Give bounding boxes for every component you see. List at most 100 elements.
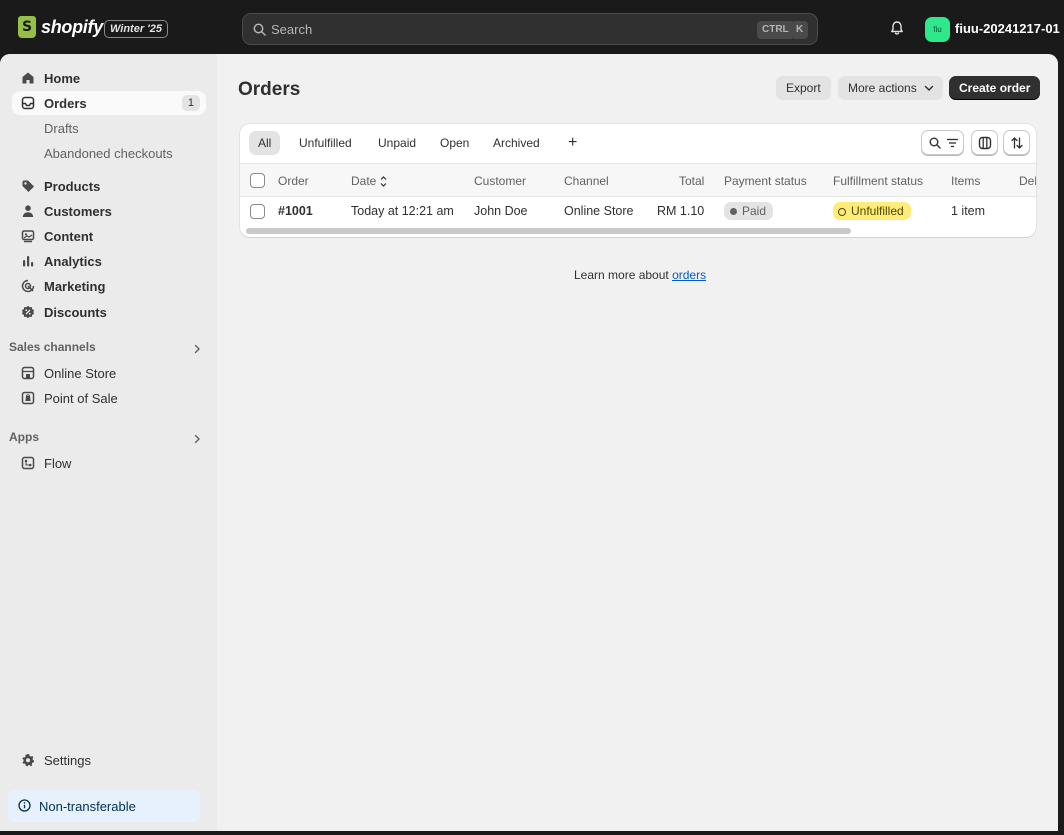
column-header-delivery[interactable]: Del	[1019, 174, 1036, 188]
shopify-bag-icon	[18, 16, 36, 38]
learn-more-orders-link[interactable]: orders	[672, 268, 706, 282]
bar-chart-icon	[23, 256, 34, 267]
store-avatar[interactable]: fiu	[925, 17, 950, 42]
sidebar: Home Orders 1 Drafts Abandoned checkouts…	[0, 54, 217, 831]
info-icon	[18, 799, 31, 812]
sidebar-item-discounts[interactable]: Discounts	[12, 300, 206, 324]
payment-status-badge: Paid	[724, 202, 774, 220]
sidebar-item-analytics[interactable]: Analytics	[12, 249, 206, 273]
search-icon	[253, 23, 266, 36]
sidebar-item-label: Discounts	[44, 305, 107, 320]
top-bar: shopify Winter '25 Search CTRL K fiu fiu…	[0, 0, 1064, 56]
more-actions-label: More actions	[848, 81, 917, 95]
non-transferable-label: Non-transferable	[39, 799, 136, 814]
sort-icon	[1011, 137, 1023, 149]
sidebar-item-flow[interactable]: Flow	[12, 451, 206, 475]
sort-button[interactable]	[1003, 130, 1030, 155]
sort-arrows-icon[interactable]	[379, 175, 388, 188]
column-header-channel[interactable]: Channel	[564, 174, 609, 188]
shortcut-ctrl-key: CTRL	[757, 21, 794, 39]
sidebar-item-label: Content	[44, 229, 94, 244]
sidebar-item-content[interactable]: Content	[12, 224, 206, 248]
sidebar-item-label: Orders	[44, 96, 87, 111]
shopify-logo[interactable]: shopify	[18, 16, 103, 38]
chevron-down-icon	[924, 85, 933, 91]
tab-unfulfilled[interactable]: Unfulfilled	[290, 131, 361, 155]
unfulfilled-circle-icon	[838, 208, 846, 216]
order-channel: Online Store	[564, 204, 634, 218]
sidebar-item-label: Settings	[44, 753, 91, 768]
store-icon	[21, 366, 35, 380]
sidebar-item-label: Analytics	[44, 254, 102, 269]
logo-text: shopify	[41, 16, 103, 37]
chevron-right-icon[interactable]	[192, 434, 202, 444]
sidebar-item-drafts[interactable]: Drafts	[44, 121, 79, 136]
columns-button[interactable]	[971, 130, 998, 155]
column-header-date[interactable]: Date	[351, 174, 376, 188]
search-filter-button[interactable]	[921, 130, 964, 155]
content-icon	[21, 230, 35, 243]
learn-more-prefix: Learn more about	[574, 268, 673, 282]
horizontal-scrollbar[interactable]	[246, 228, 851, 234]
sidebar-item-label: Flow	[44, 456, 72, 471]
admin-frame: Home Orders 1 Drafts Abandoned checkouts…	[0, 54, 1058, 831]
table-header: Order Date Customer Channel Total Paymen…	[240, 163, 1036, 197]
more-actions-button[interactable]: More actions	[838, 76, 943, 100]
column-header-customer[interactable]: Customer	[474, 174, 526, 188]
columns-icon	[978, 136, 992, 150]
orders-count-badge: 1	[181, 95, 200, 111]
export-button[interactable]: Export	[776, 76, 831, 100]
column-header-total[interactable]: Total	[679, 174, 704, 188]
sidebar-item-settings[interactable]: Settings	[12, 748, 206, 772]
sidebar-item-home[interactable]: Home	[12, 66, 206, 90]
column-header-items[interactable]: Items	[951, 174, 980, 188]
page-title: Orders	[238, 79, 301, 100]
main-content: Orders Export More actions Create order …	[217, 54, 1058, 831]
sidebar-item-point-of-sale[interactable]: Point of Sale	[12, 386, 206, 410]
sidebar-item-online-store[interactable]: Online Store	[12, 361, 206, 385]
payment-status-text: Paid	[742, 204, 767, 218]
column-header-payment-status[interactable]: Payment status	[724, 174, 807, 188]
sidebar-item-label: Point of Sale	[44, 391, 118, 406]
tag-icon	[22, 180, 34, 192]
tab-open[interactable]: Open	[431, 131, 478, 155]
tab-archived[interactable]: Archived	[484, 131, 549, 155]
search-placeholder: Search	[271, 22, 313, 37]
sidebar-item-products[interactable]: Products	[12, 174, 206, 198]
release-badge[interactable]: Winter '25	[104, 20, 169, 38]
search-bar[interactable]: Search CTRL K	[242, 13, 818, 45]
row-checkbox[interactable]	[250, 204, 265, 219]
fulfillment-status-badge: Unfulfilled	[833, 202, 911, 220]
gear-icon	[22, 754, 35, 767]
learn-more-text: Learn more about orders	[574, 268, 706, 282]
sidebar-item-customers[interactable]: Customers	[12, 199, 206, 223]
tab-all[interactable]: All	[249, 131, 281, 155]
bell-icon[interactable]	[889, 20, 905, 36]
order-customer: John Doe	[474, 204, 528, 218]
create-order-button[interactable]: Create order	[949, 76, 1041, 100]
sidebar-item-abandoned-checkouts[interactable]: Abandoned checkouts	[44, 146, 173, 161]
sidebar-item-orders[interactable]: Orders 1	[12, 91, 206, 115]
column-header-fulfillment-status[interactable]: Fulfillment status	[833, 174, 923, 188]
order-items[interactable]: 1 item	[951, 204, 985, 218]
select-all-checkbox[interactable]	[250, 173, 265, 188]
target-icon	[21, 279, 35, 293]
column-header-order[interactable]: Order	[278, 174, 309, 188]
sidebar-item-marketing[interactable]: Marketing	[12, 274, 206, 298]
non-transferable-banner[interactable]: Non-transferable	[8, 790, 200, 822]
sales-channels-heading[interactable]: Sales channels	[9, 340, 96, 354]
fulfillment-status-text: Unfulfilled	[851, 204, 904, 218]
discount-icon	[21, 305, 35, 319]
chevron-right-icon[interactable]	[192, 344, 202, 354]
order-number[interactable]: #1001	[278, 204, 313, 218]
filter-icon	[947, 138, 958, 148]
add-view-button[interactable]: +	[559, 131, 586, 155]
order-total: RM 1.10	[657, 204, 705, 218]
order-date: Today at 12:21 am	[351, 204, 454, 218]
apps-heading[interactable]: Apps	[9, 430, 39, 444]
store-name[interactable]: fiuu-20241217-01	[955, 21, 1060, 36]
paid-dot-icon	[730, 208, 737, 215]
tab-unpaid[interactable]: Unpaid	[369, 131, 425, 155]
person-icon	[22, 205, 34, 217]
sidebar-item-label: Online Store	[44, 366, 117, 381]
